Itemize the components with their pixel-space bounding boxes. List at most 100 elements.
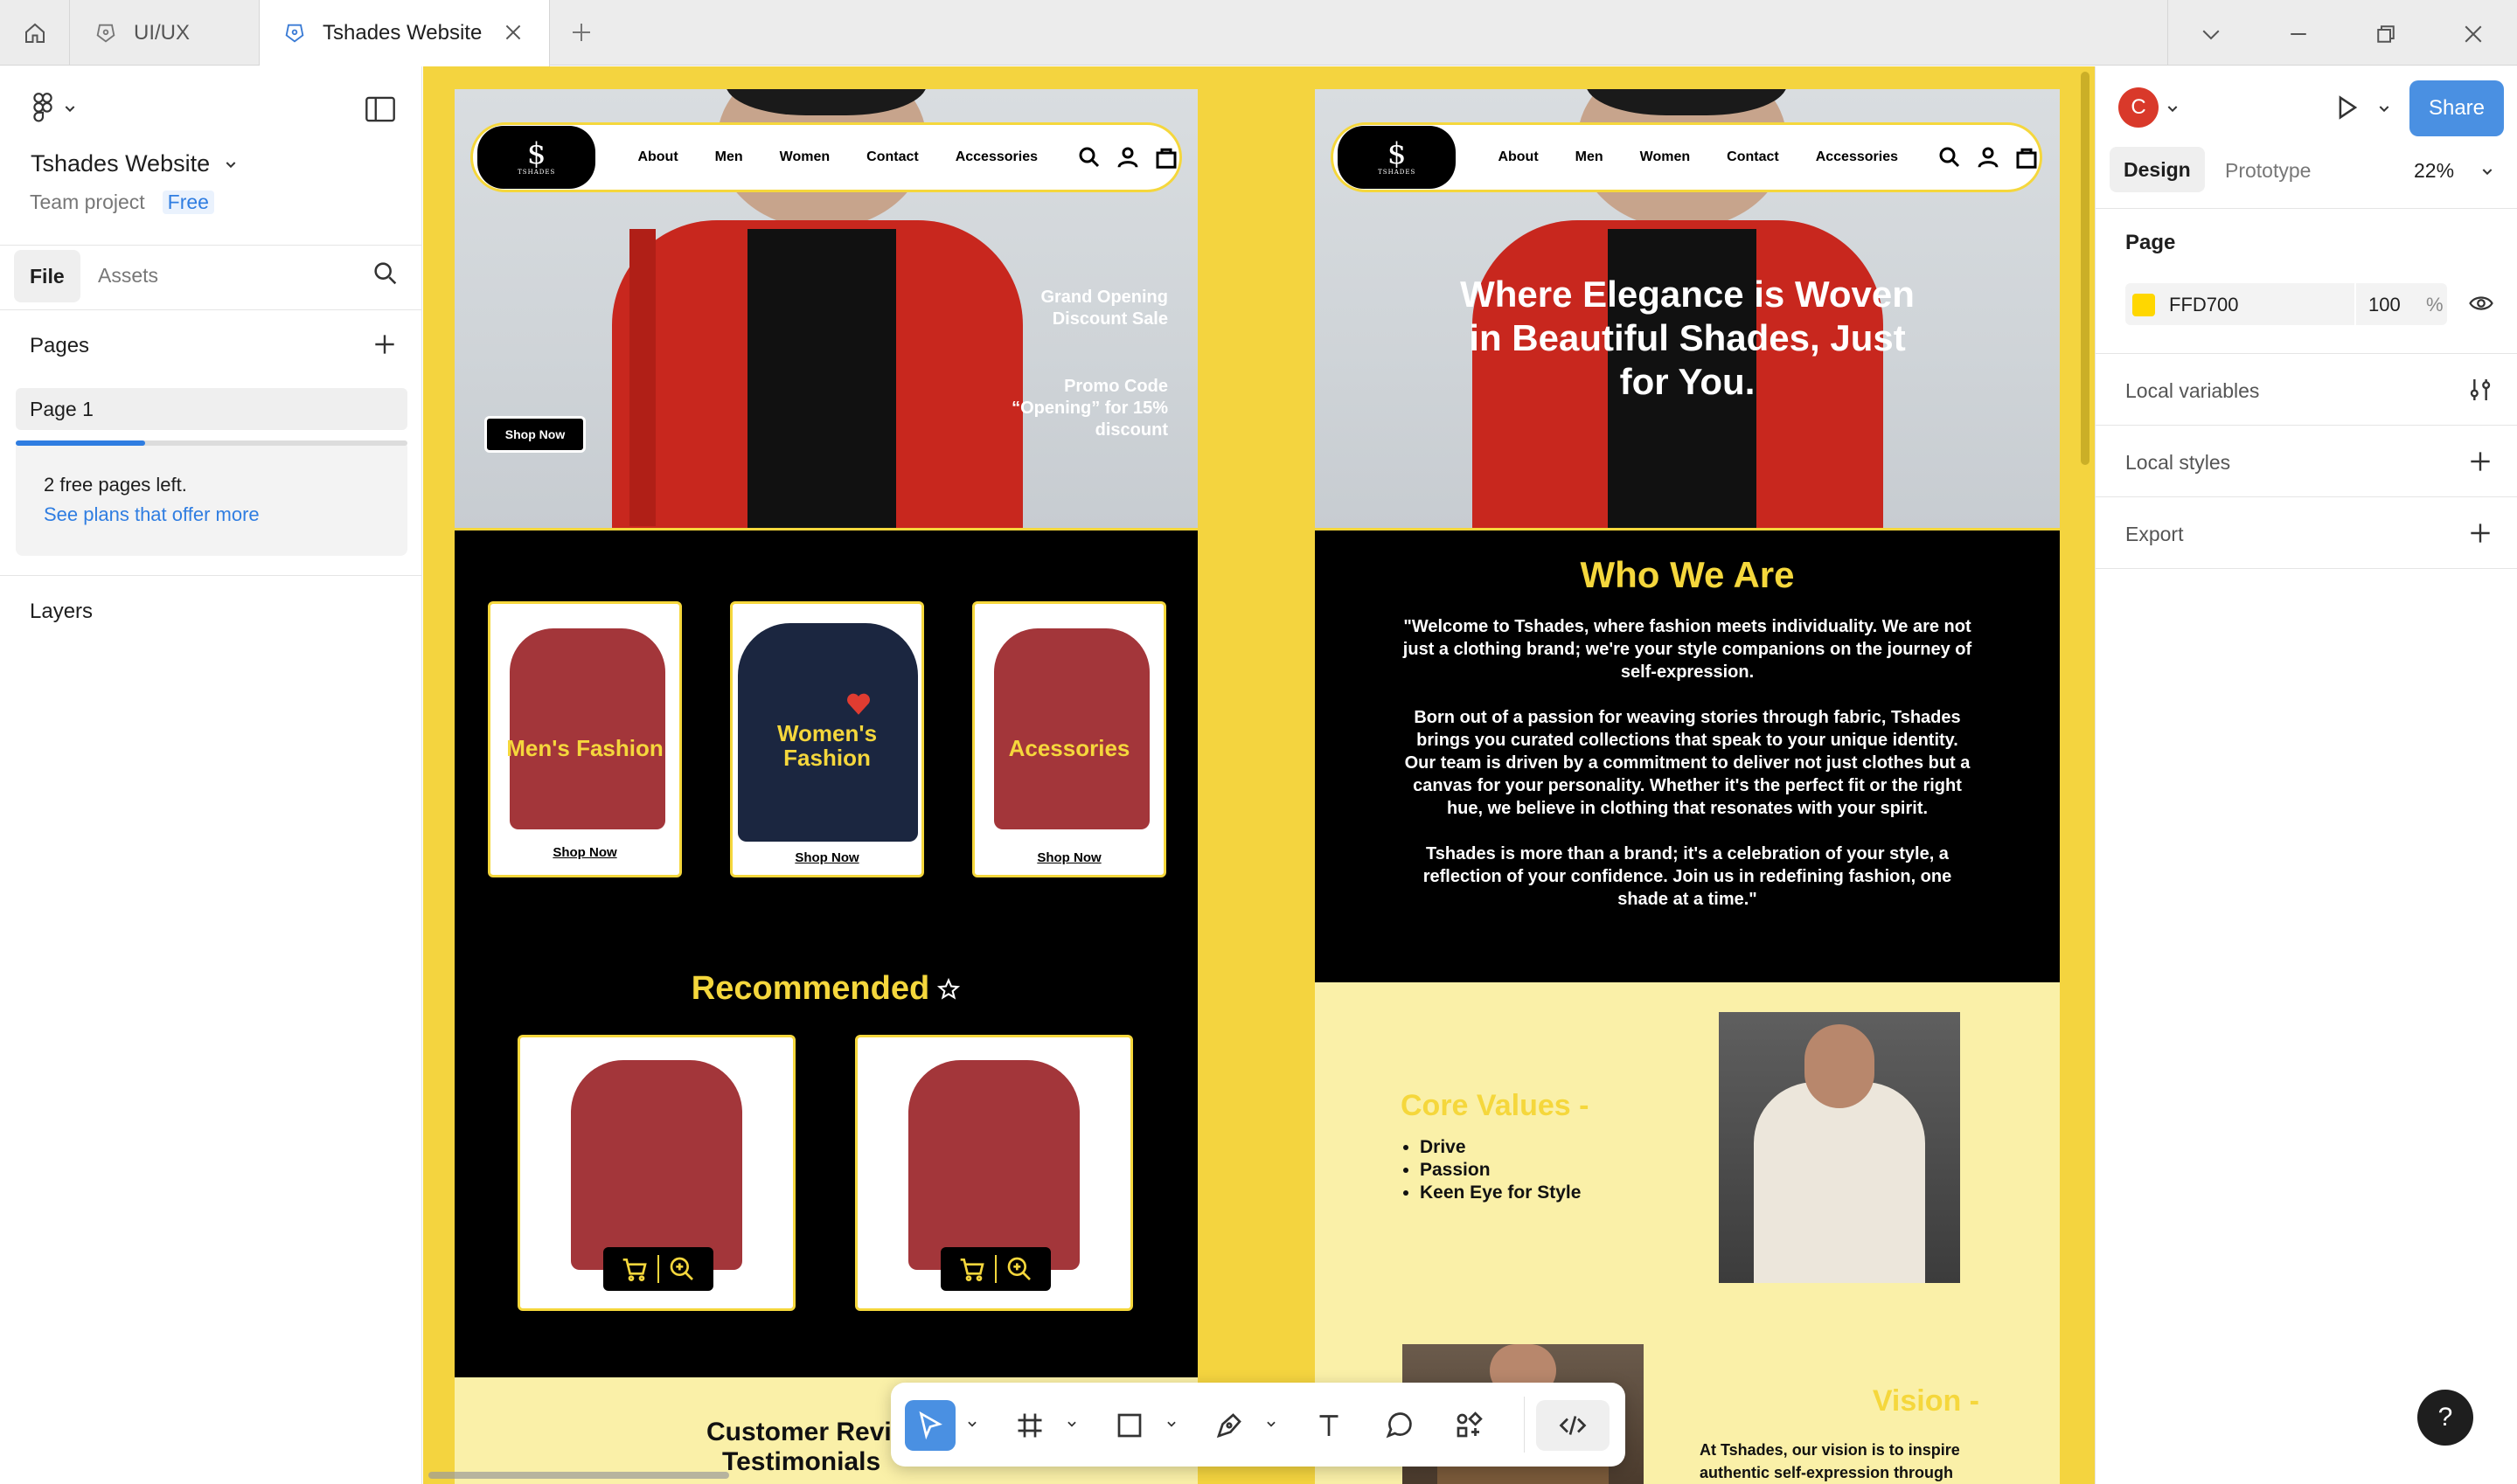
plus-icon[interactable] [2466,519,2494,547]
sweater-image [571,1060,742,1270]
restore-icon[interactable] [2373,21,2399,47]
nav-men[interactable]: Men [715,149,743,165]
category-card-accessories[interactable]: Acessories Shop Now [972,601,1166,877]
project-name[interactable]: Team project [30,191,145,214]
category-shop-now-link[interactable]: Shop Now [975,850,1164,865]
chevron-down-icon[interactable] [966,1418,978,1430]
user-icon[interactable] [1115,144,1141,170]
close-icon[interactable] [502,21,525,44]
export-label[interactable]: Export [2125,523,2183,546]
file-name-menu[interactable]: Tshades Website [31,150,238,177]
frame-about-page[interactable]: $ TSHADES About Men Women Contact Access… [1315,89,2060,1484]
dev-mode-toggle[interactable] [1536,1400,1610,1451]
search-icon[interactable] [371,259,400,288]
page-color-hex[interactable]: FFD700 [2169,294,2238,316]
product-card[interactable] [855,1035,1133,1311]
main-menu-button[interactable] [30,93,77,124]
site-logo[interactable]: $ TSHADES [477,126,596,189]
tab-assets-label: Assets [98,264,159,287]
search-icon[interactable] [1936,144,1963,170]
cart-icon[interactable] [621,1256,649,1282]
frame-tool-button[interactable] [1005,1400,1055,1451]
logo-mark: $ [526,136,546,171]
frame-home-page[interactable]: $ TSHADES About Men Women Contact Access… [455,89,1198,1484]
vertical-scrollbar[interactable] [2081,72,2089,465]
tab-ui-ux[interactable]: UI/UX [71,0,260,66]
nav-about[interactable]: About [1498,149,1538,165]
page-item-page-1[interactable]: Page 1 [16,388,407,430]
left-panel: Tshades Website Team project Free File A… [0,66,422,1484]
page-color-field[interactable]: FFD700 100 % [2125,283,2447,325]
share-button[interactable]: Share [2409,80,2504,136]
variables-icon[interactable] [2466,376,2494,404]
hero-title: Where Elegance is Woven in Beautiful Sha… [1460,274,1915,402]
play-icon[interactable] [2332,93,2361,122]
add-page-icon[interactable] [371,330,399,358]
category-shop-now-link[interactable]: Shop Now [733,850,921,865]
page-section-title: Page [2125,231,2176,254]
horizontal-scrollbar[interactable] [428,1472,729,1479]
sweater-image [994,628,1150,829]
category-shop-now-link[interactable]: Shop Now [490,845,679,860]
local-variables-label[interactable]: Local variables [2125,379,2259,403]
local-styles-label[interactable]: Local styles [2125,451,2230,475]
nav-accessories[interactable]: Accessories [1816,149,1898,165]
page-opacity[interactable]: 100 [2368,294,2401,316]
resources-tool-button[interactable] [1443,1400,1494,1451]
nav-contact[interactable]: Contact [1727,149,1779,165]
tab-design[interactable]: Design [2110,147,2205,192]
category-card-mens[interactable]: Men's Fashion Shop Now [488,601,682,877]
tab-file[interactable]: File [14,250,80,302]
pen-tool-button[interactable] [1204,1400,1255,1451]
chevron-down-icon[interactable] [2377,101,2391,115]
chevron-down-icon[interactable] [1265,1418,1277,1430]
move-tool-button[interactable] [905,1400,956,1451]
sidebar-toggle-icon[interactable] [365,96,395,122]
hero-shop-now-button[interactable]: Shop Now [484,416,586,453]
rectangle-tool-button[interactable] [1104,1400,1155,1451]
site-logo[interactable]: $ TSHADES [1338,126,1457,189]
tab-prototype[interactable]: Prototype [2225,159,2311,183]
opacity-percent-sign: % [2426,294,2444,316]
eye-icon[interactable] [2466,290,2496,316]
category-card-womens[interactable]: Women's Fashion Shop Now [730,601,924,877]
chevron-down-icon[interactable] [2198,21,2224,47]
tab-assets[interactable]: Assets [98,264,158,288]
nav-accessories[interactable]: Accessories [956,149,1038,165]
home-tab[interactable] [0,0,70,66]
canvas[interactable]: $ TSHADES About Men Women Contact Access… [423,66,2095,1484]
chevron-down-icon[interactable] [2480,164,2494,178]
help-button[interactable]: ? [2417,1390,2473,1446]
shopping-bag-icon[interactable] [1153,144,1179,170]
window-close-icon[interactable] [2460,21,2486,47]
tab-label: Tshades Website [323,21,483,45]
zoom-in-icon[interactable] [668,1255,696,1283]
chevron-down-icon[interactable] [1165,1418,1178,1430]
nav-women[interactable]: Women [780,149,830,165]
minimize-icon[interactable] [2285,21,2312,47]
sweater-image [1754,1082,1925,1283]
text-tool-button[interactable] [1304,1400,1354,1451]
page-color-swatch[interactable] [2132,294,2155,316]
recommended-title: Recommended [691,970,930,1007]
user-avatar[interactable]: C [2118,87,2159,128]
nav-men[interactable]: Men [1575,149,1603,165]
chevron-down-icon[interactable] [1066,1418,1078,1430]
nav-women[interactable]: Women [1640,149,1690,165]
search-icon[interactable] [1076,144,1102,170]
zoom-in-icon[interactable] [1005,1255,1033,1283]
plus-icon[interactable] [2466,447,2494,475]
tab-tshades-website[interactable]: Tshades Website [260,0,550,66]
plus-icon[interactable] [568,19,594,45]
nav-contact[interactable]: Contact [866,149,919,165]
cart-icon[interactable] [958,1256,986,1282]
chevron-down-icon[interactable] [2166,101,2180,115]
user-icon[interactable] [1975,144,2001,170]
product-card[interactable] [518,1035,796,1311]
see-plans-link[interactable]: See plans that offer more [44,503,260,526]
comment-tool-button[interactable] [1373,1400,1424,1451]
plan-badge[interactable]: Free [162,191,214,214]
zoom-level[interactable]: 22% [2414,159,2454,183]
nav-about[interactable]: About [637,149,678,165]
shopping-bag-icon[interactable] [2013,144,2040,170]
